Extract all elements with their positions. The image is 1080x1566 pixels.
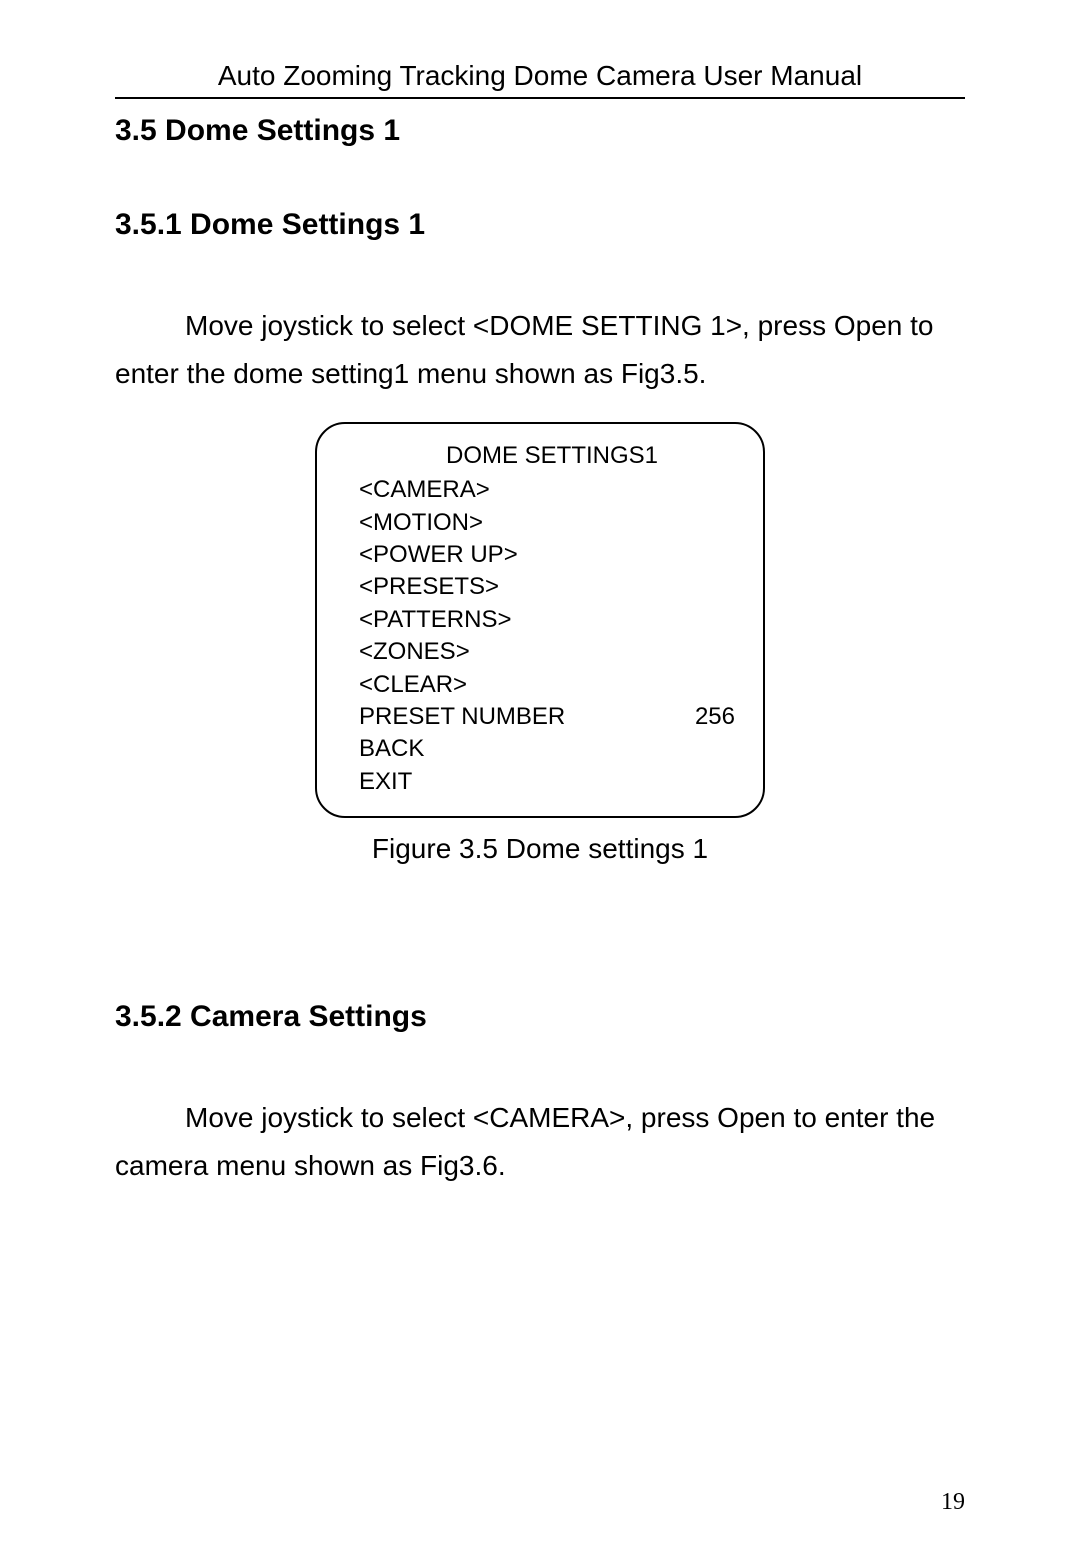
menu-item-motion: <MOTION>	[359, 507, 735, 539]
menu-item-exit: EXIT	[359, 766, 735, 798]
menu-title: DOME SETTINGS1	[359, 442, 735, 470]
section-3-5-heading: 3.5 Dome Settings 1	[115, 114, 965, 148]
dome-settings-menu: DOME SETTINGS1 <CAMERA> <MOTION> <POWER …	[315, 422, 765, 818]
menu-item-presets: <PRESETS>	[359, 571, 735, 603]
section-3-5-2-paragraph: Move joystick to select <CAMERA>, press …	[115, 1094, 965, 1189]
preset-number-label: PRESET NUMBER	[359, 701, 565, 733]
figure-3-5-caption: Figure 3.5 Dome settings 1	[115, 833, 965, 865]
menu-box-container: DOME SETTINGS1 <CAMERA> <MOTION> <POWER …	[115, 422, 965, 818]
menu-item-powerup: <POWER UP>	[359, 539, 735, 571]
menu-item-patterns: <PATTERNS>	[359, 604, 735, 636]
section-3-5-2-heading: 3.5.2 Camera Settings	[115, 1000, 965, 1034]
menu-item-camera: <CAMERA>	[359, 474, 735, 506]
section-3-5-1-heading: 3.5.1 Dome Settings 1	[115, 208, 965, 242]
menu-item-back: BACK	[359, 733, 735, 765]
header-divider	[115, 97, 965, 99]
section-3-5-1-paragraph: Move joystick to select <DOME SETTING 1>…	[115, 302, 965, 397]
menu-item-preset-number: PRESET NUMBER 256	[359, 701, 735, 733]
menu-item-clear: <CLEAR>	[359, 669, 735, 701]
preset-number-value: 256	[695, 701, 735, 733]
page-header-title: Auto Zooming Tracking Dome Camera User M…	[115, 60, 965, 92]
menu-item-zones: <ZONES>	[359, 636, 735, 668]
page-number: 19	[941, 1489, 965, 1516]
